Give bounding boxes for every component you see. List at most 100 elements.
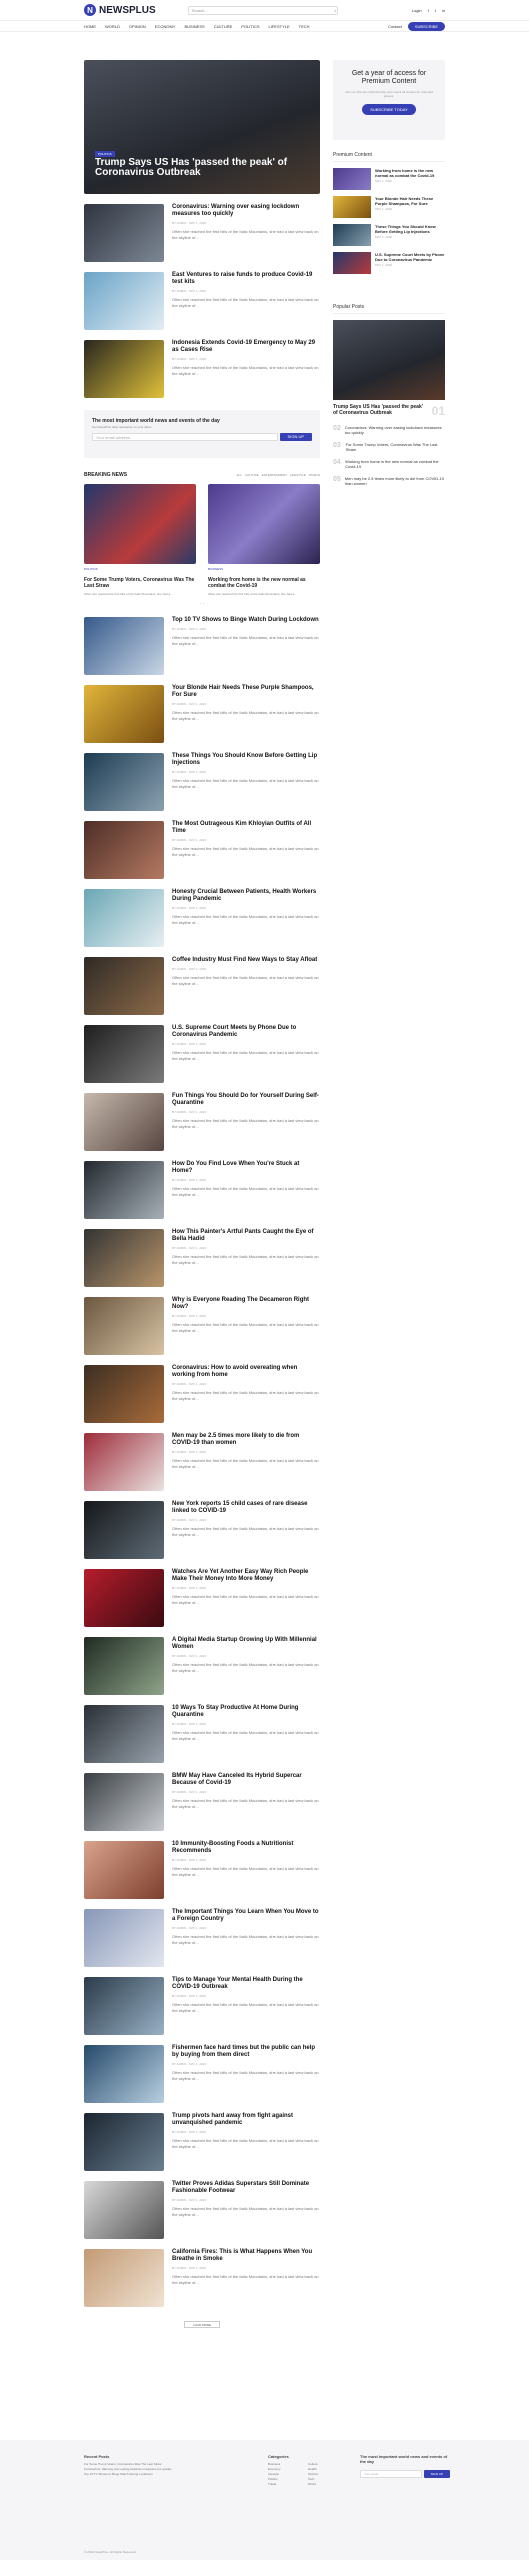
article-image[interactable] (84, 1365, 164, 1423)
premium-item[interactable]: Your Blonde Hair Needs These Purple Sham… (333, 196, 445, 218)
article-title[interactable]: How Do You Find Love When You're Stuck a… (172, 1161, 320, 1175)
article-row[interactable]: Fishermen face hard times but the public… (84, 2045, 320, 2103)
breaking-image[interactable] (208, 484, 320, 564)
article-row[interactable]: These Things You Should Know Before Gett… (84, 753, 320, 811)
article-row[interactable]: Why is Everyone Reading The Decameron Ri… (84, 1297, 320, 1355)
article-row[interactable]: The Most Outrageous Kim Khloyian Outfits… (84, 821, 320, 879)
article-title[interactable]: New York reports 15 child cases of rare … (172, 1501, 320, 1515)
article-image[interactable] (84, 617, 164, 675)
nav-culture[interactable]: CULTURE (214, 24, 233, 29)
facebook-icon[interactable]: f (428, 8, 429, 13)
premium-title[interactable]: U.S. Supreme Court Meets by Phone Due to… (375, 252, 445, 262)
subscribe-button[interactable]: SUBSCRIBE (407, 21, 445, 31)
article-title[interactable]: Fun Things You Should Do for Yourself Du… (172, 1093, 320, 1107)
popular-item[interactable]: 02 Coronavirus: Warning over easing lockd… (333, 425, 445, 435)
subscribe-today-button[interactable]: SUBSCRIBE TODAY (362, 104, 416, 115)
hero-title[interactable]: Trump Says US Has 'passed the peak' of C… (95, 158, 290, 178)
article-image[interactable] (84, 1297, 164, 1355)
article-row[interactable]: Tips to Manage Your Mental Health During… (84, 1977, 320, 2035)
footer-cat-link[interactable]: World (308, 2482, 348, 2487)
article-image[interactable] (84, 2181, 164, 2239)
article-row[interactable]: Top 10 TV Shows to Binge Watch During Lo… (84, 617, 320, 675)
post-row[interactable]: East Ventures to raise funds to produce … (84, 272, 320, 330)
premium-image[interactable] (333, 252, 371, 274)
premium-item[interactable]: These Things You Should Know Before Gett… (333, 224, 445, 246)
footer-cat-link[interactable]: Travel (268, 2482, 308, 2487)
next-icon[interactable]: › (203, 601, 204, 605)
article-row[interactable]: California Fires: This is What Happens W… (84, 2249, 320, 2307)
load-more-button[interactable]: LOAD MORE (184, 2321, 220, 2328)
premium-item[interactable]: U.S. Supreme Court Meets by Phone Due to… (333, 252, 445, 274)
nav-tech[interactable]: TECH (299, 24, 310, 29)
article-image[interactable] (84, 1025, 164, 1083)
article-image[interactable] (84, 1501, 164, 1559)
article-row[interactable]: Men may be 2.5 times more likely to die … (84, 1433, 320, 1491)
article-row[interactable]: Watches Are Yet Another Easy Way Rich Pe… (84, 1569, 320, 1627)
article-image[interactable] (84, 2045, 164, 2103)
article-image[interactable] (84, 1909, 164, 1967)
tab-lifestyle[interactable]: LIFESTYLE (290, 473, 306, 477)
article-row[interactable]: BMW May Have Canceled Its Hybrid Superca… (84, 1773, 320, 1831)
footer-signup-button[interactable]: SIGN UP (423, 2470, 450, 2478)
popular-title[interactable]: Men may be 2.5 times more likely to die … (345, 476, 445, 486)
post-title[interactable]: Indonesia Extends Covid-19 Emergency to … (172, 340, 320, 354)
article-row[interactable]: New York reports 15 child cases of rare … (84, 1501, 320, 1559)
article-row[interactable]: Fun Things You Should Do for Yourself Du… (84, 1093, 320, 1151)
article-title[interactable]: Why is Everyone Reading The Decameron Ri… (172, 1297, 320, 1311)
footer-email-input[interactable]: Your email (360, 2470, 422, 2478)
article-title[interactable]: California Fires: This is What Happens W… (172, 2249, 320, 2263)
nav-economy[interactable]: ECONOMY (155, 24, 176, 29)
article-image[interactable] (84, 1433, 164, 1491)
post-row[interactable]: Indonesia Extends Covid-19 Emergency to … (84, 340, 320, 398)
article-image[interactable] (84, 1569, 164, 1627)
article-image[interactable] (84, 2249, 164, 2307)
newsletter-email-input[interactable]: Your email address (92, 433, 278, 441)
popular-title[interactable]: For Some Trump Voters, Coronavirus Was T… (346, 442, 445, 452)
post-title[interactable]: East Ventures to raise funds to produce … (172, 272, 320, 286)
popular-main-title[interactable]: Trump Says US Has 'passed the peak' of C… (333, 404, 428, 418)
tab-entertainment[interactable]: ENTERTAINMENT (262, 473, 287, 477)
article-title[interactable]: Top 10 TV Shows to Binge Watch During Lo… (172, 617, 320, 624)
article-title[interactable]: U.S. Supreme Court Meets by Phone Due to… (172, 1025, 320, 1039)
article-row[interactable]: The Important Things You Learn When You … (84, 1909, 320, 1967)
login-link[interactable]: Login (412, 8, 422, 13)
article-row[interactable]: Coronavirus: How to avoid overeating whe… (84, 1365, 320, 1423)
prev-icon[interactable]: ‹ (200, 601, 201, 605)
post-row[interactable]: Coronavirus: Warning over easing lockdow… (84, 204, 320, 262)
article-title[interactable]: The Most Outrageous Kim Khloyian Outfits… (172, 821, 320, 835)
tab-world[interactable]: WORLD (309, 473, 320, 477)
post-image[interactable] (84, 340, 164, 398)
linkedin-icon[interactable]: in (442, 8, 445, 13)
premium-title[interactable]: Your Blonde Hair Needs These Purple Sham… (375, 196, 445, 206)
article-image[interactable] (84, 685, 164, 743)
breaking-card[interactable]: BUSINESS Working from home is the new no… (208, 484, 320, 597)
nav-opinion[interactable]: OPINION (129, 24, 146, 29)
nav-home[interactable]: HOME (84, 24, 96, 29)
article-row[interactable]: How This Painter's Artful Pants Caught t… (84, 1229, 320, 1287)
search-icon[interactable]: ⌕ (334, 8, 336, 13)
popular-item[interactable]: 04 Working from home is the new normal as… (333, 459, 445, 469)
popular-item[interactable]: 03 For Some Trump Voters, Coronavirus Was… (333, 442, 445, 452)
article-row[interactable]: Your Blonde Hair Needs These Purple Sham… (84, 685, 320, 743)
twitter-icon[interactable]: t (435, 8, 436, 13)
article-image[interactable] (84, 753, 164, 811)
premium-item[interactable]: Working from home is the new normal as c… (333, 168, 445, 190)
article-image[interactable] (84, 957, 164, 1015)
nav-politics[interactable]: POLITICS (241, 24, 259, 29)
article-title[interactable]: Trump pivots hard away from fight agains… (172, 2113, 320, 2127)
article-row[interactable]: Coffee Industry Must Find New Ways to St… (84, 957, 320, 1015)
premium-image[interactable] (333, 224, 371, 246)
popular-item[interactable]: 05 Men may be 2.5 times more likely to di… (333, 476, 445, 486)
breaking-title[interactable]: Working from home is the new normal as c… (208, 577, 320, 589)
article-title[interactable]: Coffee Industry Must Find New Ways to St… (172, 957, 320, 964)
breaking-image[interactable] (84, 484, 196, 564)
article-image[interactable] (84, 1841, 164, 1899)
article-row[interactable]: Twitter Proves Adidas Superstars Still D… (84, 2181, 320, 2239)
post-image[interactable] (84, 204, 164, 262)
article-title[interactable]: 10 Immunity-Boosting Foods a Nutritionis… (172, 1841, 320, 1855)
premium-image[interactable] (333, 168, 371, 190)
premium-title[interactable]: Working from home is the new normal as c… (375, 168, 445, 178)
article-image[interactable] (84, 889, 164, 947)
article-image[interactable] (84, 1977, 164, 2035)
tab-all[interactable]: ALL (236, 473, 241, 477)
